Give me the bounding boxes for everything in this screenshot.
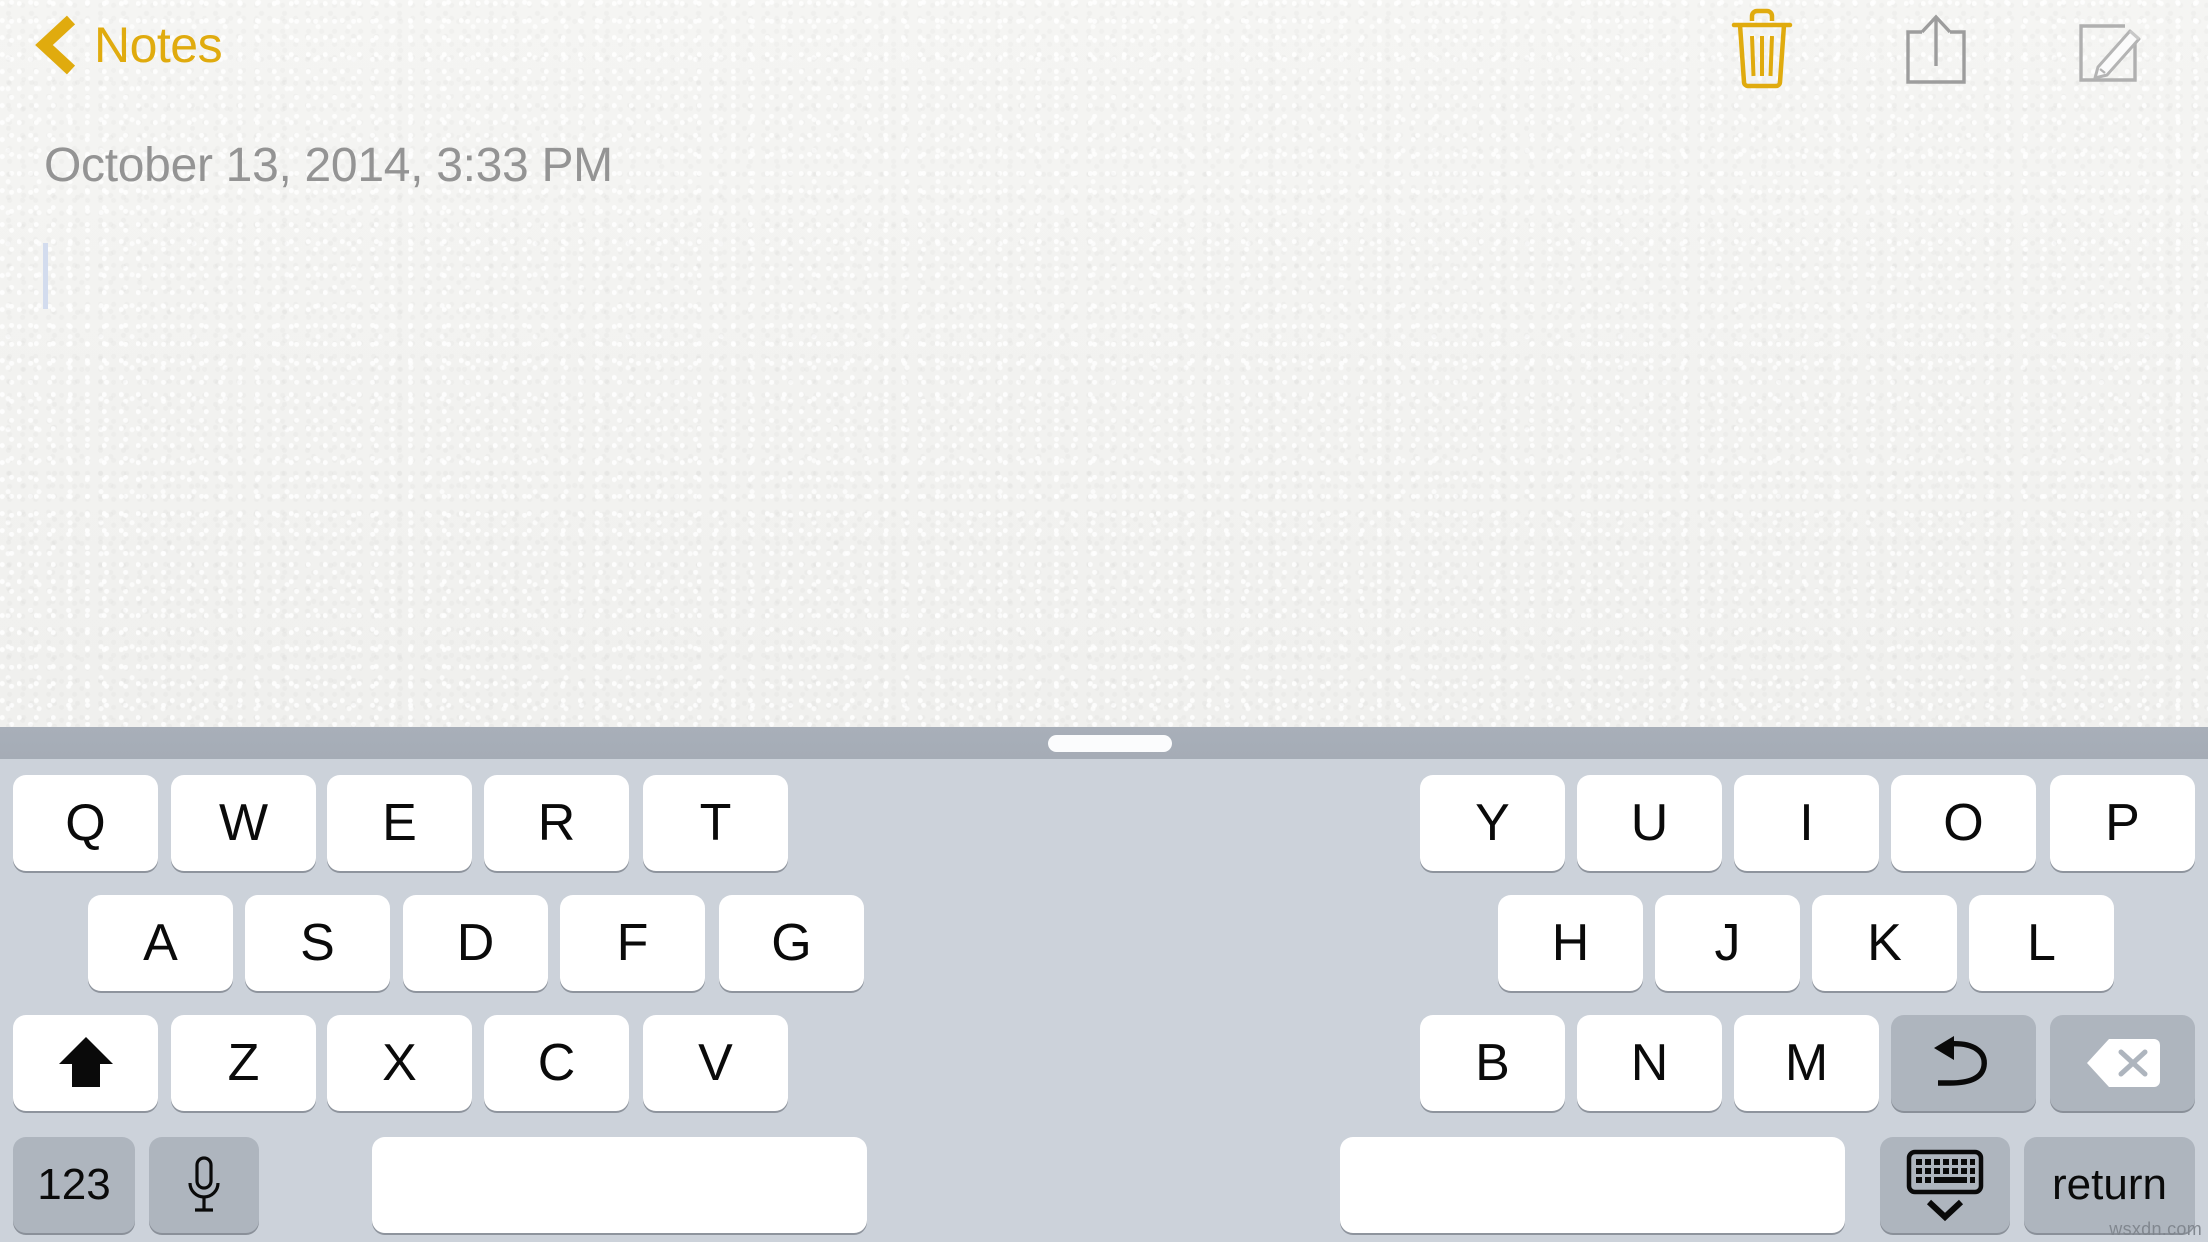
hide-keyboard-icon <box>1903 1148 1987 1222</box>
key-hide-keyboard[interactable] <box>1880 1137 2010 1233</box>
key-space-left[interactable] <box>372 1137 867 1233</box>
shift-up-arrow-icon <box>55 1033 117 1093</box>
key-k[interactable]: K <box>1812 895 1957 991</box>
text-cursor <box>43 243 48 309</box>
compose-icon <box>2060 8 2156 92</box>
keyboard-drag-handle[interactable] <box>1048 735 1172 752</box>
key-undo[interactable] <box>1891 1015 2036 1111</box>
key-h[interactable]: H <box>1498 895 1643 991</box>
key-v[interactable]: V <box>643 1015 788 1111</box>
undo-arrow-icon <box>1928 1034 2000 1092</box>
key-o[interactable]: O <box>1891 775 2036 871</box>
share-note-button[interactable] <box>1888 8 1984 94</box>
key-w[interactable]: W <box>171 775 316 871</box>
key-b[interactable]: B <box>1420 1015 1565 1111</box>
key-q[interactable]: Q <box>13 775 158 871</box>
notes-app-screen: Notes October 13, 2014, 3:33 PM Q W E R … <box>0 0 2208 1242</box>
keyboard-top-bar <box>0 727 2208 759</box>
key-f[interactable]: F <box>560 895 705 991</box>
key-d[interactable]: D <box>403 895 548 991</box>
key-z[interactable]: Z <box>171 1015 316 1111</box>
navigation-bar: Notes <box>0 0 2208 98</box>
note-editor-area[interactable]: Notes October 13, 2014, 3:33 PM <box>0 0 2208 727</box>
share-icon <box>1888 8 1984 92</box>
back-button-label: Notes <box>94 17 223 73</box>
key-j[interactable]: J <box>1655 895 1800 991</box>
microphone-icon <box>182 1154 226 1216</box>
key-i[interactable]: I <box>1734 775 1879 871</box>
key-t[interactable]: T <box>643 775 788 871</box>
key-n[interactable]: N <box>1577 1015 1722 1111</box>
key-l[interactable]: L <box>1969 895 2114 991</box>
new-note-button[interactable] <box>2060 8 2156 94</box>
key-microphone[interactable] <box>149 1137 259 1233</box>
key-p[interactable]: P <box>2050 775 2195 871</box>
delete-note-button[interactable] <box>1714 8 1810 94</box>
key-y[interactable]: Y <box>1420 775 1565 871</box>
key-space-right[interactable] <box>1340 1137 1845 1233</box>
key-delete[interactable] <box>2050 1015 2195 1111</box>
trash-icon <box>1714 8 1810 92</box>
back-to-notes-button[interactable]: Notes <box>34 14 223 76</box>
key-x[interactable]: X <box>327 1015 472 1111</box>
key-m[interactable]: M <box>1734 1015 1879 1111</box>
backspace-delete-icon <box>2085 1036 2161 1090</box>
key-e[interactable]: E <box>327 775 472 871</box>
note-timestamp: October 13, 2014, 3:33 PM <box>44 139 613 192</box>
key-r[interactable]: R <box>484 775 629 871</box>
key-a[interactable]: A <box>88 895 233 991</box>
watermark: wsxdn.com <box>2109 1219 2202 1239</box>
key-shift-left[interactable] <box>13 1015 158 1111</box>
key-g[interactable]: G <box>719 895 864 991</box>
key-s[interactable]: S <box>245 895 390 991</box>
chevron-left-icon <box>34 14 80 76</box>
key-numbers[interactable]: 123 <box>13 1137 135 1233</box>
key-u[interactable]: U <box>1577 775 1722 871</box>
key-c[interactable]: C <box>484 1015 629 1111</box>
split-keyboard: Q W E R T A S D F G Z X C V 123 Y U I O … <box>0 727 2208 1242</box>
